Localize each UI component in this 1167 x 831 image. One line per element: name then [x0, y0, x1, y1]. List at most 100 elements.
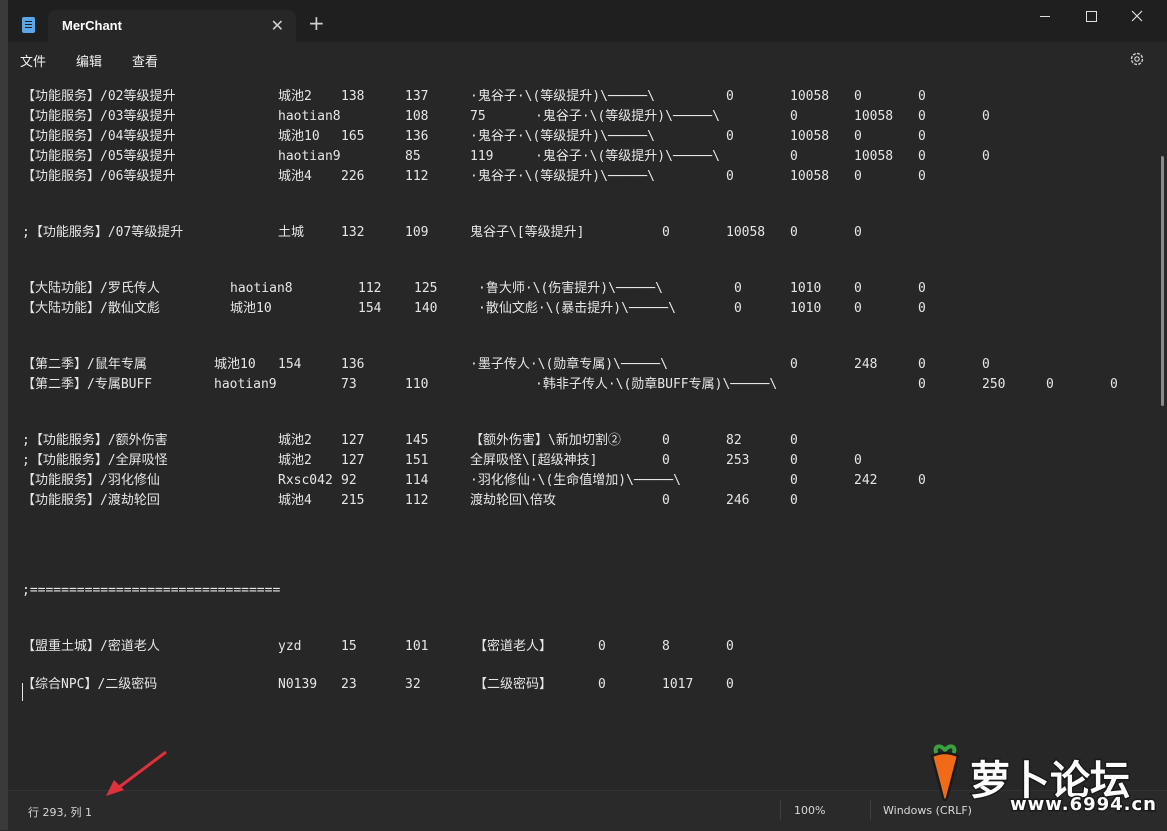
- menu-bar: 文件 编辑 查看: [8, 42, 1167, 76]
- text-field: 城池2: [278, 453, 312, 468]
- text-field: 城池4: [278, 493, 312, 508]
- text-field: ;================================: [22, 583, 281, 598]
- minimize-icon: [1040, 15, 1050, 17]
- text-field: 0: [982, 109, 990, 124]
- text-field: 23: [341, 677, 357, 692]
- text-field: Rxsc042: [278, 473, 333, 488]
- text-field: 0: [854, 453, 862, 468]
- text-field: yzd: [278, 639, 302, 654]
- menu-view[interactable]: 查看: [132, 51, 158, 70]
- text-field: 【密道老人】: [474, 639, 553, 654]
- text-editor[interactable]: 【功能服务】/02等级提升 城池2 138 137 ·鬼谷子·\(等级提升)\─────…: [8, 76, 1148, 790]
- text-field: 0: [662, 453, 670, 468]
- minimize-button[interactable]: [1022, 0, 1068, 32]
- text-field: ·鬼谷子·\(等级提升)\─────\: [470, 89, 655, 104]
- text-field: 全屏吸怪\[超级神技]: [470, 453, 598, 468]
- text-field: 【额外伤害】\新加切割②: [470, 433, 621, 448]
- text-field: 0: [918, 169, 926, 184]
- text-field: 0: [854, 281, 862, 296]
- text-field: 145: [405, 433, 429, 448]
- close-window-button[interactable]: [1114, 0, 1160, 32]
- text-field: 0: [598, 639, 606, 654]
- text-field: 110: [405, 377, 429, 392]
- text-field: 【综合NPC】/二级密码: [22, 677, 158, 692]
- close-tab-icon[interactable]: ✕: [271, 16, 284, 35]
- text-field: 【功能服务】/羽化修仙: [22, 473, 160, 488]
- text-field: 82: [726, 433, 742, 448]
- text-field: 0: [918, 89, 926, 104]
- settings-gear-icon[interactable]: [1128, 50, 1146, 68]
- text-field: 0: [598, 677, 606, 692]
- text-field: 【功能服务】/渡劫轮回: [22, 493, 160, 508]
- text-field: 0: [790, 433, 798, 448]
- text-field: 0: [918, 377, 926, 392]
- text-field: ·鬼谷子·\(等级提升)\─────\: [535, 149, 720, 164]
- text-field: 15: [341, 639, 357, 654]
- text-field: 0: [918, 149, 926, 164]
- text-field: 154: [358, 301, 382, 316]
- text-field: 32: [405, 677, 421, 692]
- scroll-thumb[interactable]: [1161, 156, 1164, 406]
- text-field: 0: [790, 493, 798, 508]
- text-field: ;【功能服务】/全屏吸怪: [22, 453, 168, 468]
- text-field: 75: [470, 109, 486, 124]
- text-field: 【功能服务】/05等级提升: [22, 149, 176, 164]
- menu-edit[interactable]: 编辑: [76, 51, 102, 70]
- text-field: ·散仙文彪·\(暴击提升)\─────\: [478, 301, 676, 316]
- text-field: ·羽化修仙·\(生命值增加)\─────\: [470, 473, 681, 488]
- text-field: 138: [341, 89, 365, 104]
- text-field: 0: [726, 89, 734, 104]
- red-arrow-annotation: [106, 750, 167, 796]
- text-field: 215: [341, 493, 365, 508]
- text-field: 0: [726, 169, 734, 184]
- vertical-scrollbar[interactable]: [1159, 76, 1167, 790]
- text-field: 0: [982, 357, 990, 372]
- text-field: 1010: [790, 281, 822, 296]
- text-field: 10058: [854, 149, 894, 164]
- status-divider: [780, 800, 781, 820]
- notepad-window: MerChant ✕ + 文件 编辑 查看 【功能服务】/02等级提升 城池2 13…: [8, 0, 1167, 831]
- new-tab-button[interactable]: +: [308, 13, 325, 33]
- maximize-button[interactable]: [1068, 0, 1114, 32]
- text-field: 【大陆功能】/罗氏传人: [22, 281, 160, 296]
- text-field: 0: [918, 301, 926, 316]
- text-field: 【盟重土城】/密道老人: [22, 639, 160, 654]
- text-field: 0: [734, 281, 742, 296]
- text-field: 【功能服务】/03等级提升: [22, 109, 176, 124]
- text-field: 0: [982, 149, 990, 164]
- text-field: 0: [918, 473, 926, 488]
- text-field: 【第二季】/鼠年专属: [22, 357, 147, 372]
- text-field: 0: [662, 433, 670, 448]
- text-field: 109: [405, 225, 429, 240]
- text-field: 【功能服务】/06等级提升: [22, 169, 176, 184]
- text-caret: [22, 683, 23, 701]
- text-field: 112: [405, 169, 429, 184]
- zoom-level[interactable]: 100%: [794, 804, 825, 817]
- text-field: 92: [341, 473, 357, 488]
- text-field: 151: [405, 453, 429, 468]
- text-field: ·鬼谷子·\(等级提升)\─────\: [535, 109, 720, 124]
- text-field: haotian8: [278, 109, 341, 124]
- text-field: 0: [726, 677, 734, 692]
- maximize-icon: [1085, 10, 1097, 22]
- menu-file[interactable]: 文件: [20, 51, 46, 70]
- notepad-app-icon: [22, 17, 35, 33]
- text-field: 【二级密码】: [474, 677, 553, 692]
- text-field: 10058: [726, 225, 766, 240]
- text-field: 114: [405, 473, 429, 488]
- tab-merchant[interactable]: MerChant ✕: [48, 10, 296, 42]
- text-field: 渡劫轮回\倍攻: [470, 493, 556, 508]
- text-field: 136: [405, 129, 429, 144]
- text-field: haotian9: [278, 149, 341, 164]
- text-field: 8: [662, 639, 670, 654]
- text-field: 城池2: [278, 433, 312, 448]
- cursor-position: 行 293, 列 1: [28, 806, 92, 819]
- text-field: 10058: [790, 169, 830, 184]
- text-field: 108: [405, 109, 429, 124]
- text-field: 0: [726, 129, 734, 144]
- text-field: 136: [341, 357, 365, 372]
- text-field: 253: [726, 453, 750, 468]
- text-field: 0: [1110, 377, 1118, 392]
- text-field: 0: [662, 493, 670, 508]
- text-field: 【第二季】/专属BUFF: [22, 377, 153, 392]
